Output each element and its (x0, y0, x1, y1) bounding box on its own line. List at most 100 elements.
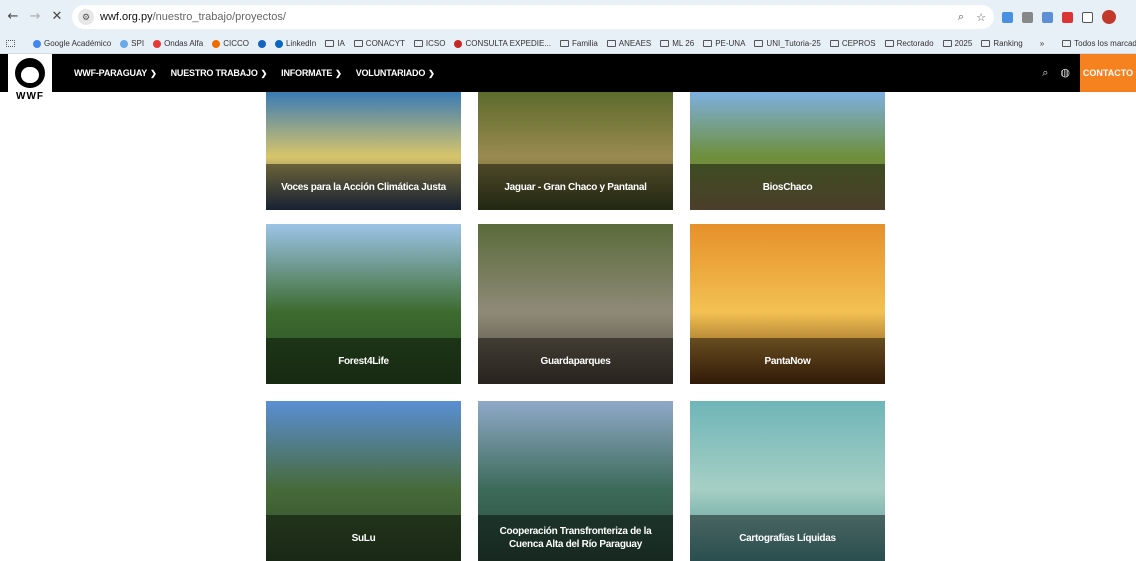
project-card[interactable]: Voces para la Acción Climática Justa (266, 92, 461, 210)
forward-arrow-icon[interactable]: → (28, 10, 42, 24)
extension-icon[interactable] (1062, 11, 1073, 23)
bookmark-favicon (153, 39, 162, 48)
bookmark-label: Familia (572, 39, 598, 48)
bookmark-favicon (274, 39, 283, 48)
bookmark-item[interactable]: IA (325, 39, 345, 48)
folder-icon (353, 40, 363, 47)
chevron-down-icon: ❯ (150, 68, 157, 78)
project-card[interactable]: Cartografías Líquidas (690, 401, 885, 561)
zoom-icon[interactable]: ⌕ (954, 10, 968, 24)
project-title-overlay: PantaNow (690, 338, 885, 384)
bookmark-label: ICSO (425, 39, 446, 48)
project-title-overlay: Jaguar - Gran Chaco y Pantanal (478, 164, 673, 210)
extension-icon[interactable] (1042, 11, 1053, 23)
more-bookmarks-button[interactable]: » (1040, 39, 1044, 48)
bookmark-item[interactable]: Familia (560, 39, 598, 48)
project-title: Cooperación Transfronteriza de la Cuenca… (499, 526, 652, 550)
bookmark-item[interactable] (257, 39, 266, 48)
bookmark-item[interactable]: ICSO (413, 39, 446, 48)
bookmark-item[interactable]: CONSULTA EXPEDIE... (454, 39, 551, 48)
site-info-icon[interactable]: ⚙ (78, 9, 94, 25)
project-card[interactable]: PantaNow (690, 224, 885, 384)
bookmark-item[interactable]: LinkedIn (274, 39, 316, 48)
bookmark-star-icon[interactable]: ☆ (974, 11, 988, 24)
header-icons: ⌕ ◍ (1042, 66, 1070, 80)
extension-icon[interactable] (1022, 11, 1033, 23)
bookmark-favicon (257, 39, 266, 48)
bookmark-favicon (120, 39, 129, 48)
project-card[interactable]: Cooperación Transfronteriza de la Cuenca… (478, 401, 673, 561)
globe-icon[interactable]: ◍ (1060, 66, 1070, 80)
folder-icon (942, 40, 952, 47)
url-text[interactable]: wwf.org.py/nuestro_trabajo/proyectos/ (100, 11, 948, 23)
extension-icon[interactable] (1002, 11, 1013, 23)
bookmark-label: CEPROS (841, 39, 876, 48)
bookmark-label: ML 26 (672, 39, 695, 48)
project-card[interactable]: BiosChaco (690, 92, 885, 210)
bookmark-item[interactable]: CICCO (212, 39, 249, 48)
bookmark-label: IA (337, 39, 345, 48)
folder-icon (754, 40, 764, 47)
menu-item-informate[interactable]: INFORMATE ❯ (281, 68, 342, 78)
bookmark-item[interactable]: ML 26 (660, 39, 694, 48)
bookmark-favicon (212, 39, 221, 48)
apps-icon[interactable] (6, 40, 15, 47)
project-title-overlay: Cartografías Líquidas (690, 515, 885, 561)
bookmark-item[interactable]: PE-UNA (703, 39, 745, 48)
address-bar[interactable]: ⚙ wwf.org.py/nuestro_trabajo/proyectos/ … (72, 5, 994, 29)
bookmark-item[interactable]: 2025 (942, 39, 972, 48)
close-icon[interactable]: ✕ (50, 10, 64, 24)
chevron-down-icon: ❯ (335, 68, 342, 78)
project-card[interactable]: Guardaparques (478, 224, 673, 384)
folder-icon (560, 40, 569, 47)
extensions-area (1002, 10, 1116, 24)
menu-item-wwf-paraguay[interactable]: WWF-PARAGUAY ❯ (74, 68, 157, 78)
bookmark-item[interactable]: CONACYT (353, 39, 405, 48)
project-card[interactable]: SuLu (266, 401, 461, 561)
menu-label: NUESTRO TRABAJO (170, 68, 258, 78)
project-title: SuLu (351, 532, 376, 544)
bookmark-item[interactable]: CEPROS (829, 39, 876, 48)
menu-label: WWF-PARAGUAY (74, 68, 148, 78)
bookmark-item[interactable]: Google Académico (33, 39, 111, 48)
bookmark-label: PE-UNA (715, 39, 746, 48)
main-menu: WWF-PARAGUAY ❯ NUESTRO TRABAJO ❯ INFORMATE… (74, 68, 435, 78)
back-arrow-icon[interactable]: ← (6, 10, 20, 24)
bookmark-item[interactable]: SPI (120, 39, 144, 48)
folder-icon (981, 40, 991, 47)
search-icon[interactable]: ⌕ (1042, 66, 1048, 80)
menu-item-voluntariado[interactable]: VOLUNTARIADO ❯ (356, 68, 435, 78)
bookmark-item[interactable]: Ondas Alfa (153, 39, 203, 48)
bookmark-item[interactable]: ANEAES (606, 39, 651, 48)
bookmark-label: Ranking (993, 39, 1023, 48)
project-title: Guardaparques (540, 355, 611, 367)
all-bookmarks-button[interactable]: Todos los marcado (1062, 39, 1136, 48)
folder-icon (325, 40, 335, 47)
extensions-puzzle-icon[interactable] (1082, 11, 1093, 23)
project-card[interactable]: Forest4Life (266, 224, 461, 384)
project-card[interactable]: Jaguar - Gran Chaco y Pantanal (478, 92, 673, 210)
url-host: wwf.org.py (100, 11, 153, 23)
folder-icon (660, 40, 670, 47)
panda-icon (15, 58, 45, 88)
project-title-overlay: Guardaparques (478, 338, 673, 384)
contact-button[interactable]: CONTACTO (1080, 54, 1136, 92)
folder-icon (1062, 40, 1072, 47)
bookmark-label: UNI_Tutoria-25 (766, 39, 821, 48)
url-path: /nuestro_trabajo/proyectos/ (152, 11, 286, 23)
project-title: Cartografías Líquidas (739, 532, 836, 544)
bookmark-item[interactable]: Ranking (981, 39, 1023, 48)
menu-item-nuestro-trabajo[interactable]: NUESTRO TRABAJO ❯ (171, 68, 268, 78)
profile-avatar[interactable] (1102, 10, 1116, 24)
bookmark-label: SPI (131, 39, 145, 48)
project-title-overlay: Voces para la Acción Climática Justa (266, 164, 461, 210)
project-title-overlay: BiosChaco (690, 164, 885, 210)
project-title: BiosChaco (762, 181, 813, 193)
bookmark-item[interactable]: UNI_Tutoria-25 (754, 39, 821, 48)
wwf-logo[interactable]: WWF (8, 54, 52, 106)
folder-icon (606, 40, 616, 47)
bookmark-item[interactable]: Rectorado (884, 39, 934, 48)
project-title-overlay: SuLu (266, 515, 461, 561)
project-title: Voces para la Acción Climática Justa (281, 181, 446, 193)
folder-icon (413, 40, 423, 47)
